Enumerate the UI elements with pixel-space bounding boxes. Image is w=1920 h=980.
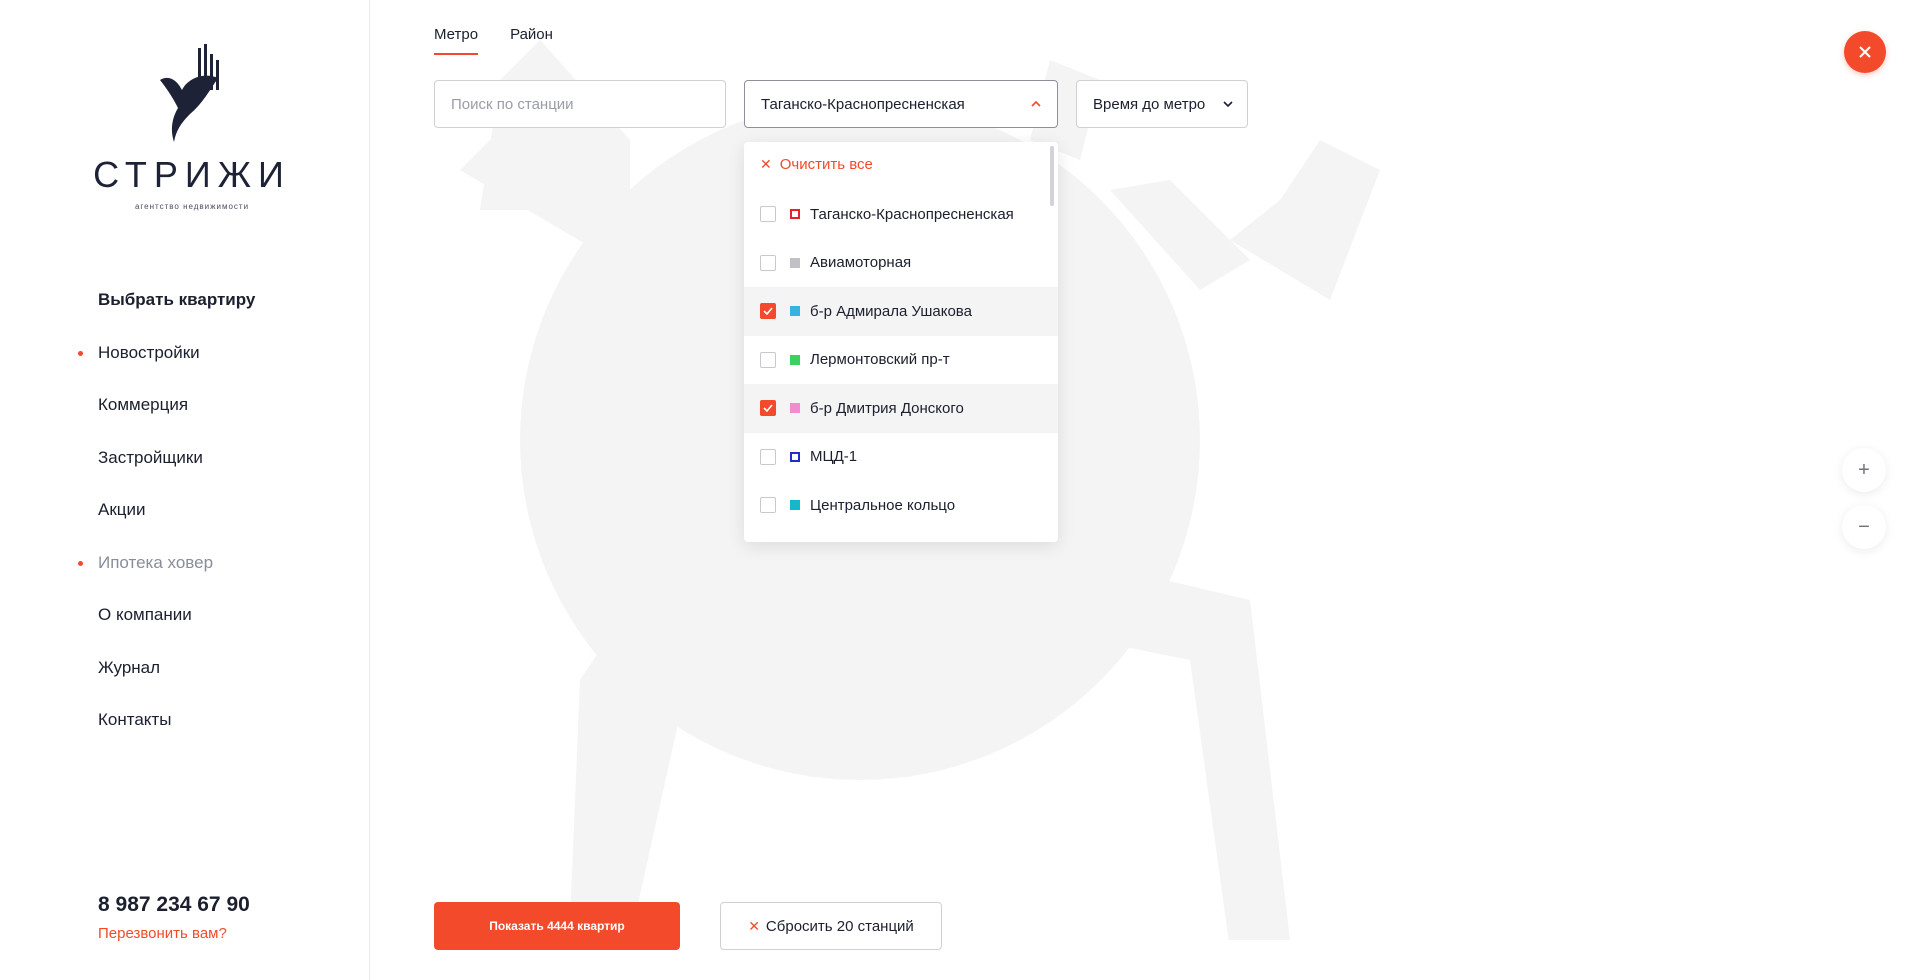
station-option[interactable]: МЦД-1 bbox=[744, 433, 1058, 482]
checkbox[interactable] bbox=[760, 497, 776, 514]
nav-item-label: Коммерция bbox=[98, 395, 189, 414]
check-icon bbox=[763, 307, 773, 316]
metro-line-color-icon bbox=[790, 403, 800, 414]
nav-item[interactable]: Акции bbox=[98, 500, 255, 553]
station-option-label: Таганско-Краснопресненская bbox=[810, 205, 1014, 223]
metro-line-color-icon bbox=[790, 451, 800, 462]
main-nav: Выбрать квартиру Новостройки Коммерция Заст… bbox=[78, 290, 255, 763]
nav-item[interactable]: Выбрать квартиру bbox=[98, 290, 255, 343]
station-dropdown: ✕ Очистить все Таганско-Краснопресненска… bbox=[744, 142, 1058, 542]
phone-number[interactable]: 8 987 234 67 90 bbox=[98, 893, 250, 917]
metro-line-color-icon bbox=[790, 500, 800, 511]
metro-line-color-icon bbox=[790, 354, 800, 365]
nav-item-label: Застройщики bbox=[98, 447, 203, 467]
clear-all-label: Очистить все bbox=[779, 156, 873, 173]
station-option-label: б-р Адмирала Ушакова bbox=[810, 302, 972, 320]
checkbox-checked[interactable] bbox=[760, 400, 776, 417]
station-option[interactable]: Лермонтовский пр-т bbox=[744, 336, 1058, 385]
check-icon bbox=[763, 404, 773, 413]
chevron-up-icon bbox=[1031, 100, 1041, 107]
station-option[interactable]: Таганско-Краснопресненская bbox=[744, 190, 1058, 239]
station-option-label: Авиамоторная bbox=[810, 254, 912, 272]
show-apartments-button[interactable]: Показать 4444 квартир bbox=[434, 902, 680, 950]
station-option-label: МЦД-1 bbox=[810, 448, 858, 466]
callback-link[interactable]: Перезвонить вам? bbox=[98, 925, 227, 942]
nav-item-label: О компании bbox=[98, 605, 192, 624]
station-option[interactable]: Авиамоторная bbox=[744, 239, 1058, 288]
brand-name: СТРИЖИ bbox=[93, 154, 291, 195]
clear-all-button[interactable]: ✕ Очистить все bbox=[760, 156, 873, 173]
minus-icon: − bbox=[1858, 515, 1870, 538]
nav-item[interactable]: Застройщики bbox=[98, 448, 255, 501]
zoom-in-button[interactable]: + bbox=[1842, 448, 1886, 492]
zoom-out-button[interactable]: − bbox=[1842, 505, 1886, 549]
station-options: Таганско-Краснопресненская Авиамоторная б-… bbox=[744, 190, 1058, 530]
swift-logo-icon bbox=[160, 44, 219, 142]
station-option[interactable]: б-р Адмирала Ушакова bbox=[744, 287, 1058, 336]
nav-item-label: Контакты bbox=[98, 710, 172, 729]
reset-stations-label: Сбросить 20 станций bbox=[765, 917, 914, 935]
checkbox[interactable] bbox=[760, 351, 776, 368]
metro-time-select[interactable]: Время до метро bbox=[1076, 80, 1248, 128]
nav-item[interactable]: Журнал bbox=[98, 658, 255, 711]
nav-item-label: Ипотека ховер bbox=[98, 552, 214, 572]
reset-stations-button[interactable]: ✕ Сбросить 20 станций bbox=[720, 902, 942, 950]
tab-district[interactable]: Район bbox=[510, 26, 553, 55]
nav-indicator-dot bbox=[78, 560, 83, 566]
close-icon: ✕ bbox=[748, 917, 760, 934]
checkbox[interactable] bbox=[760, 448, 776, 465]
metro-line-color-icon bbox=[790, 209, 800, 220]
nav-item-label: Акции bbox=[98, 500, 146, 519]
station-search-input[interactable] bbox=[434, 80, 726, 128]
close-icon: ✕ bbox=[760, 156, 772, 172]
checkbox[interactable] bbox=[760, 206, 776, 223]
nav-item-label: Выбрать квартиру bbox=[98, 290, 256, 309]
station-option-label: Центральное кольцо bbox=[810, 496, 956, 514]
filter-tabs: Метро Район bbox=[434, 26, 553, 55]
nav-item[interactable]: Коммерция bbox=[98, 395, 255, 448]
brand-tagline: агентство недвижимости bbox=[134, 202, 250, 211]
metro-time-select-value: Время до метро bbox=[1093, 95, 1206, 113]
logo[interactable]: СТРИЖИ агентство недвижимости bbox=[92, 42, 292, 222]
nav-item[interactable]: О компании bbox=[98, 605, 255, 658]
nav-item-label: Журнал bbox=[98, 657, 161, 677]
checkbox[interactable] bbox=[760, 254, 776, 271]
nav-item[interactable]: Новостройки bbox=[78, 342, 255, 396]
sidebar: СТРИЖИ агентство недвижимости Выбрать кв… bbox=[0, 0, 370, 980]
nav-item-label: Новостройки bbox=[98, 342, 200, 362]
station-select[interactable]: Таганско-Краснопресненская bbox=[744, 80, 1058, 128]
close-button[interactable] bbox=[1844, 31, 1886, 73]
close-icon bbox=[1859, 46, 1871, 58]
plus-icon: + bbox=[1858, 458, 1870, 481]
nav-item[interactable]: Ипотека ховер bbox=[78, 552, 255, 606]
metro-line-color-icon bbox=[790, 306, 800, 317]
checkbox-checked[interactable] bbox=[760, 303, 776, 320]
nav-indicator-dot bbox=[78, 350, 83, 356]
station-option[interactable]: Центральное кольцо bbox=[744, 481, 1058, 530]
nav-item[interactable]: Контакты bbox=[98, 710, 255, 763]
metro-line-color-icon bbox=[790, 257, 800, 268]
station-option-label: б-р Дмитрия Донского bbox=[810, 399, 964, 417]
station-select-value: Таганско-Краснопресненская bbox=[761, 95, 965, 113]
station-option[interactable]: б-р Дмитрия Донского bbox=[744, 384, 1058, 433]
station-option-label: Лермонтовский пр-т bbox=[810, 351, 950, 369]
tab-metro[interactable]: Метро bbox=[434, 26, 479, 55]
chevron-down-icon bbox=[1223, 101, 1233, 108]
